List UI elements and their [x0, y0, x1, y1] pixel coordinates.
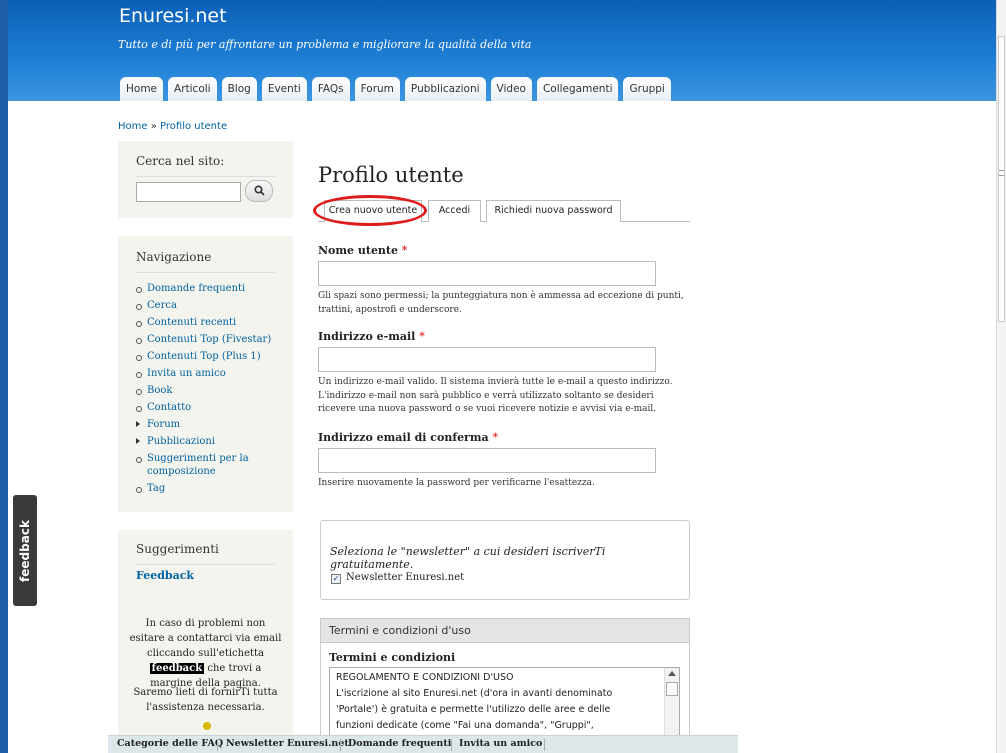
breadcrumb: Home » Profilo utente: [118, 121, 227, 132]
search-icon: [253, 185, 265, 196]
nav-item-invita-un-amico[interactable]: Invita un amico: [135, 365, 285, 382]
nav-item-tag[interactable]: Tag: [135, 480, 285, 497]
divider: [136, 564, 275, 565]
bottom-link-bar: Categorie delle FAQ Newsletter Enuresi.n…: [108, 735, 738, 753]
search-block: Cerca nel sito:: [118, 141, 293, 218]
divider: [340, 739, 341, 751]
menu-tab-collegamenti[interactable]: Collegamenti: [536, 77, 619, 101]
scroll-up-icon[interactable]: [668, 671, 676, 676]
divider: [544, 739, 545, 751]
menu-tab-pubblicazioni[interactable]: Pubblicazioni: [404, 77, 486, 101]
highlight-annotation: [313, 195, 427, 226]
bottom-link-categorie-faq[interactable]: Categorie delle FAQ: [117, 738, 223, 749]
suggestions-assist-text: Saremo lieti di fornirTi tutta l'assiste…: [133, 687, 278, 713]
nav-item-contatto[interactable]: Contatto: [135, 399, 285, 416]
nav-item-cerca[interactable]: Cerca: [135, 297, 285, 314]
divider: [451, 739, 452, 751]
feedback-badge: feedback: [149, 663, 205, 674]
required-marker: *: [401, 244, 408, 257]
navigation-list: Domande frequenti Cerca Contenuti recent…: [135, 280, 285, 497]
nav-item-suggerimenti-composizione[interactable]: Suggerimenti per la composizione: [135, 450, 285, 480]
email-confirm-label-text: Indirizzo email di conferma: [318, 431, 489, 444]
menu-tab-articoli[interactable]: Articoli: [168, 77, 217, 101]
site-slogan: Tutto e di più per affrontare un problem…: [118, 38, 532, 51]
terms-text: REGOLAMENTO E CONDIZIONI D'USO L'iscrizi…: [336, 670, 662, 734]
newsletter-checkbox-label[interactable]: Newsletter Enuresi.net: [346, 572, 464, 583]
username-description: Gli spazi sono permessi; la punteggiatur…: [318, 291, 684, 315]
terms-line: L'iscrizione al sito Enuresi.net (d'ora …: [336, 688, 613, 699]
tab-accedi[interactable]: Accedi: [428, 200, 481, 222]
terms-section-title[interactable]: Termini e condizioni d'uso: [321, 619, 689, 643]
navigation-title: Navigazione: [136, 250, 212, 264]
divider: [136, 176, 275, 177]
terms-line: REGOLAMENTO E CONDIZIONI D'USO: [336, 672, 514, 683]
suggestions-title: Suggerimenti: [136, 542, 219, 556]
menu-tab-video[interactable]: Video: [490, 77, 532, 101]
feedback-side-tab[interactable]: feedback: [13, 495, 37, 606]
newsletter-fieldset: Seleziona le "newsletter" a cui desideri…: [320, 520, 690, 600]
tab-richiedi-nuova-password[interactable]: Richiedi nuova password: [486, 200, 621, 222]
primary-menu: Home Articoli Blog Eventi FAQs Forum Pub…: [120, 77, 671, 101]
email-field[interactable]: [318, 347, 656, 372]
navigation-block: Navigazione Domande frequenti Cerca Cont…: [118, 236, 293, 512]
help-text-part1: In caso di problemi non esitare a contat…: [129, 618, 282, 659]
suggestions-block: Suggerimenti Feedback In caso di problem…: [118, 530, 293, 736]
email-confirm-label: Indirizzo email di conferma *: [318, 431, 498, 444]
email-label-text: Indirizzo e-mail: [318, 330, 416, 343]
smiley-icon: [203, 722, 211, 730]
nav-item-contenuti-top-plus1[interactable]: Contenuti Top (Plus 1): [135, 348, 285, 365]
menu-tab-blog[interactable]: Blog: [221, 77, 257, 101]
divider: [136, 272, 275, 273]
menu-tab-faqs[interactable]: FAQs: [311, 77, 350, 101]
terms-label: Termini e condizioni: [329, 651, 456, 664]
bottom-link-domande-frequenti[interactable]: Domande frequenti: [348, 738, 451, 749]
terms-fieldset: Termini e condizioni d'uso Termini e con…: [320, 618, 690, 753]
email-label: Indirizzo e-mail *: [318, 330, 425, 343]
page-title: Profilo utente: [318, 163, 464, 187]
window-left-edge: [0, 0, 8, 753]
newsletter-intro: Seleziona le "newsletter" a cui desideri…: [330, 545, 606, 571]
menu-tab-eventi[interactable]: Eventi: [261, 77, 307, 101]
newsletter-checkbox[interactable]: ✓: [331, 574, 341, 584]
divider: [217, 739, 218, 751]
nav-item-contenuti-recenti[interactable]: Contenuti recenti: [135, 314, 285, 331]
search-input[interactable]: [136, 182, 241, 202]
nav-item-book[interactable]: Book: [135, 382, 285, 399]
site-header: Enuresi.net Tutto e di più per affrontar…: [8, 0, 996, 101]
username-label-text: Nome utente: [318, 244, 399, 257]
site-name[interactable]: Enuresi.net: [119, 5, 227, 27]
terms-scrollbar-thumb[interactable]: [666, 682, 678, 696]
suggestions-help-text: In caso di problemi non esitare a contat…: [128, 616, 283, 691]
breadcrumb-current[interactable]: Profilo utente: [160, 121, 227, 132]
terms-line: 'Portale') è gratuita e permette l'utili…: [336, 704, 611, 715]
terms-line: funzioni dedicate (come "Fai una domanda…: [336, 720, 594, 731]
menu-tab-home[interactable]: Home: [120, 77, 164, 101]
bottom-link-newsletter[interactable]: Newsletter Enuresi.net: [226, 738, 349, 749]
nav-item-pubblicazioni[interactable]: Pubblicazioni: [135, 433, 285, 450]
page-scrollbar-thumb[interactable]: [998, 36, 1005, 322]
required-marker: *: [419, 330, 425, 343]
menu-tab-gruppi[interactable]: Gruppi: [623, 77, 671, 101]
scrollbar-grip-icon: [999, 170, 1004, 176]
menu-tab-forum[interactable]: Forum: [354, 77, 400, 101]
email-confirm-description: Inserire nuovamente la password per veri…: [318, 478, 595, 488]
email-confirm-field[interactable]: [318, 448, 656, 473]
bottom-link-invita-amico[interactable]: Invita un amico: [459, 738, 542, 749]
search-block-title: Cerca nel sito:: [136, 154, 225, 168]
username-label: Nome utente *: [318, 244, 407, 257]
required-marker: *: [492, 431, 498, 444]
breadcrumb-home[interactable]: Home: [118, 121, 148, 132]
breadcrumb-separator: »: [150, 121, 157, 132]
nav-item-forum[interactable]: Forum: [135, 416, 285, 433]
feedback-link[interactable]: Feedback: [136, 569, 194, 582]
email-description: Un indirizzo e-mail valido. Il sistema i…: [318, 377, 673, 414]
username-field[interactable]: [318, 261, 656, 286]
feedback-side-tab-label: feedback: [18, 519, 32, 582]
nav-item-domande-frequenti[interactable]: Domande frequenti: [135, 280, 285, 297]
page-scrollbar[interactable]: [996, 0, 1006, 753]
search-button[interactable]: [245, 180, 273, 202]
nav-item-contenuti-top-fivestar[interactable]: Contenuti Top (Fivestar): [135, 331, 285, 348]
